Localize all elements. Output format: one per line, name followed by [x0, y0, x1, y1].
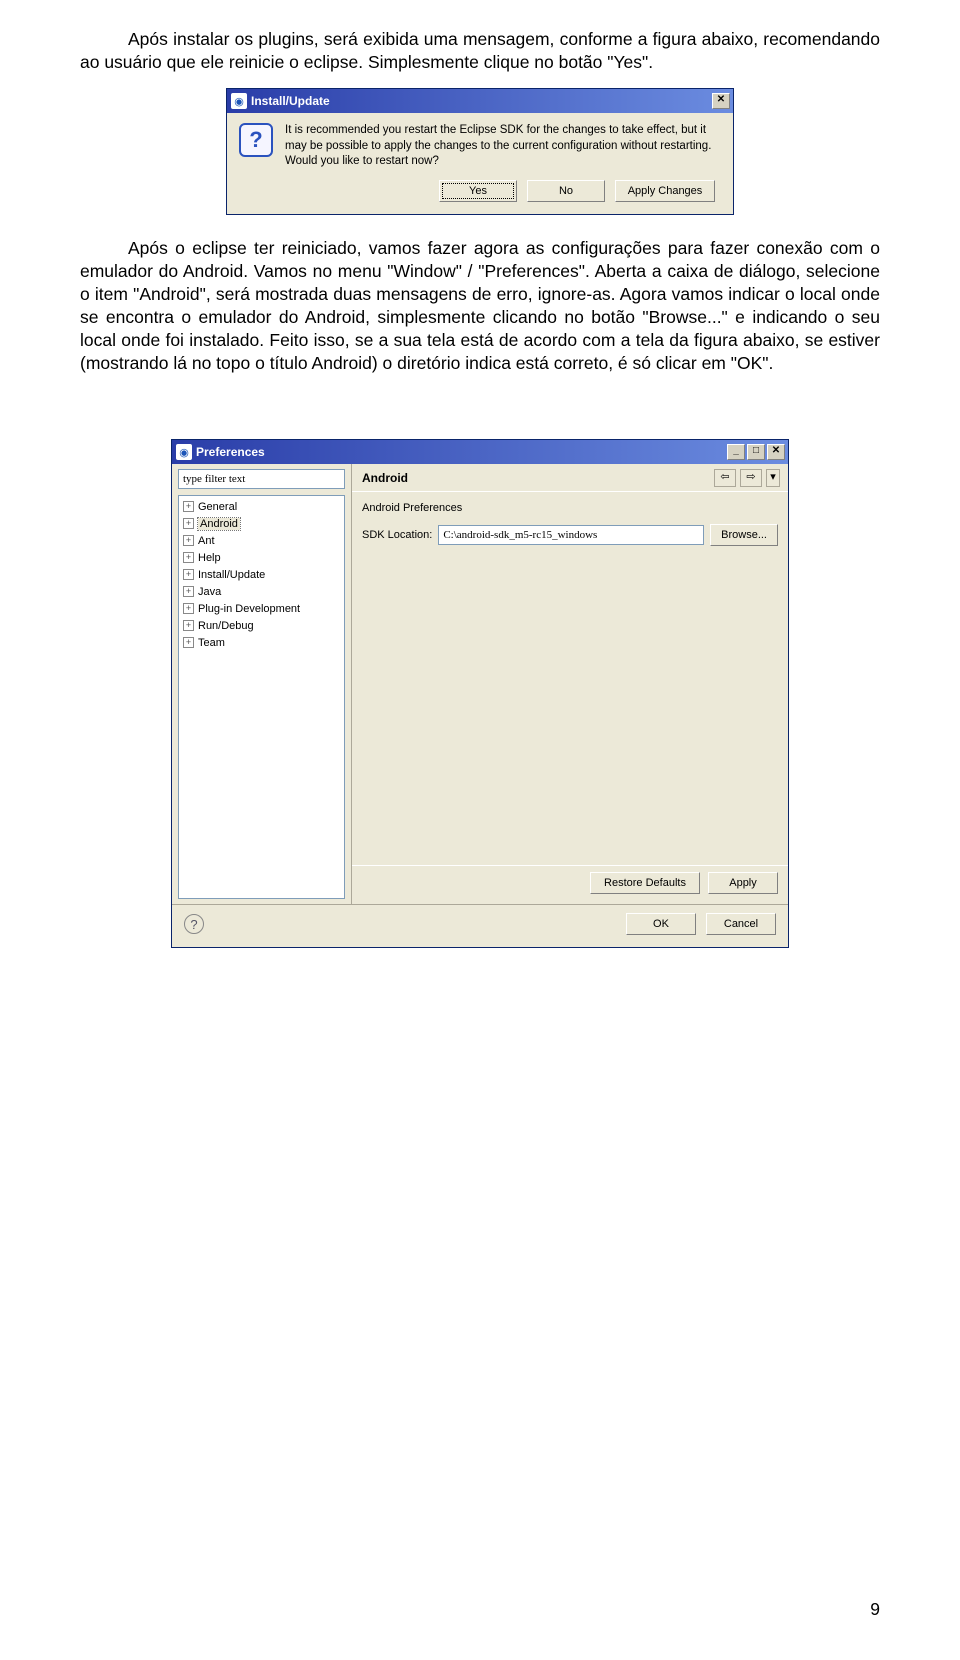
titlebar: ◉ Preferences _ □ ✕ — [172, 440, 788, 464]
minimize-icon[interactable]: _ — [727, 444, 745, 460]
install-update-dialog: ◉ Install/Update ✕ ? It is recommended y… — [226, 88, 734, 215]
expand-icon[interactable]: + — [183, 552, 194, 563]
cancel-button[interactable]: Cancel — [706, 913, 776, 935]
tree-item-label: Ant — [198, 535, 215, 547]
question-icon: ? — [239, 123, 273, 157]
yes-button[interactable]: Yes — [439, 180, 517, 202]
close-icon[interactable]: ✕ — [767, 444, 785, 460]
expand-icon[interactable]: + — [183, 620, 194, 631]
ok-button[interactable]: OK — [626, 913, 696, 935]
expand-icon[interactable]: + — [183, 603, 194, 614]
titlebar: ◉ Install/Update ✕ — [227, 89, 733, 113]
filter-input[interactable] — [178, 469, 345, 489]
expand-icon[interactable]: + — [183, 535, 194, 546]
expand-icon[interactable]: + — [183, 501, 194, 512]
tree-item-android[interactable]: + Android — [179, 515, 344, 532]
sdk-location-input[interactable] — [438, 525, 704, 545]
tree-item-plug-in-development[interactable]: + Plug-in Development — [179, 600, 344, 617]
tree-item-general[interactable]: + General — [179, 498, 344, 515]
tree-item-install-update[interactable]: + Install/Update — [179, 566, 344, 583]
tree-item-ant[interactable]: + Ant — [179, 532, 344, 549]
expand-icon[interactable]: + — [183, 569, 194, 580]
tree-item-label: Android — [198, 518, 240, 530]
tree-item-label: Team — [198, 637, 225, 649]
dialog-title: Install/Update — [251, 94, 330, 108]
tree-item-help[interactable]: + Help — [179, 549, 344, 566]
dialog-title: Preferences — [196, 445, 265, 459]
sdk-location-label: SDK Location: — [362, 529, 432, 541]
dialog-message: It is recommended you restart the Eclips… — [285, 123, 723, 170]
apply-button[interactable]: Apply — [708, 872, 778, 894]
paragraph-intro-1: Após instalar os plugins, será exibida u… — [80, 28, 880, 74]
tree-item-label: Run/Debug — [198, 620, 254, 632]
tree-item-label: Java — [198, 586, 221, 598]
close-icon[interactable]: ✕ — [712, 93, 730, 109]
tree-item-label: Help — [198, 552, 221, 564]
browse-button[interactable]: Browse... — [710, 524, 778, 546]
tree-item-team[interactable]: + Team — [179, 634, 344, 651]
expand-icon[interactable]: + — [183, 586, 194, 597]
tree-item-label: Install/Update — [198, 569, 265, 581]
tree-item-java[interactable]: + Java — [179, 583, 344, 600]
page-heading: Android — [362, 471, 408, 485]
preferences-dialog: ◉ Preferences _ □ ✕ + General + Android + Ant… — [171, 439, 789, 948]
page-number: 9 — [870, 1599, 880, 1620]
maximize-icon[interactable]: □ — [747, 444, 765, 460]
forward-icon[interactable]: ⇨ — [740, 469, 762, 487]
back-icon[interactable]: ⇦ — [714, 469, 736, 487]
tree-item-label: General — [198, 501, 237, 513]
preferences-tree[interactable]: + General + Android + Ant + Help + Install/Update… — [178, 495, 345, 899]
no-button[interactable]: No — [527, 180, 605, 202]
eclipse-logo-icon: ◉ — [176, 444, 192, 460]
preferences-sidebar: + General + Android + Ant + Help + Install/Update… — [172, 464, 352, 904]
eclipse-logo-icon: ◉ — [231, 93, 247, 109]
restore-defaults-button[interactable]: Restore Defaults — [590, 872, 700, 894]
section-label: Android Preferences — [362, 502, 778, 514]
tree-item-run-debug[interactable]: + Run/Debug — [179, 617, 344, 634]
history-dropdown-icon[interactable]: ▾ — [766, 469, 780, 487]
expand-icon[interactable]: + — [183, 518, 194, 529]
paragraph-intro-2: Após o eclipse ter reiniciado, vamos faz… — [80, 237, 880, 376]
help-icon[interactable]: ? — [184, 914, 204, 934]
tree-item-label: Plug-in Development — [198, 603, 300, 615]
expand-icon[interactable]: + — [183, 637, 194, 648]
apply-changes-button[interactable]: Apply Changes — [615, 180, 715, 202]
